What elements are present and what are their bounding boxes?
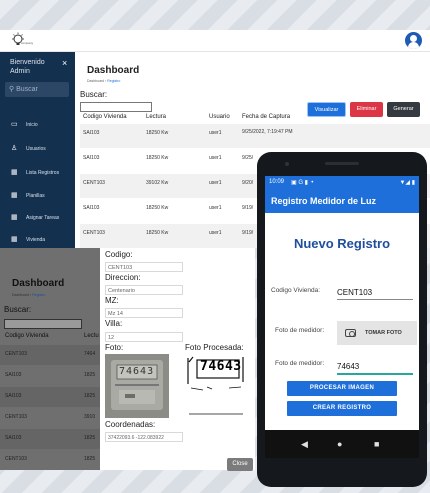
top-bar: company xyxy=(0,30,430,52)
table-row: SAI103 1825 xyxy=(0,429,100,449)
phone-camera-dot xyxy=(285,162,289,166)
search-label: Buscar: xyxy=(80,90,108,99)
column-header[interactable]: Usuario xyxy=(209,114,230,120)
coordenadas-field: 37422093.6 -122.083922 xyxy=(105,432,183,442)
sidebar-search-input[interactable]: ⚲ Buscar xyxy=(5,82,69,97)
table-row: SAI103 18250 Kw user1 9/25/2022, 7:19:47… xyxy=(80,124,430,148)
status-time: 10:09 xyxy=(269,179,285,185)
monitor-icon: ▭ xyxy=(11,121,18,128)
dimmed-page: Dashboard Dashboard › Registro Buscar: C… xyxy=(0,248,100,470)
grid-icon: ▦ xyxy=(11,214,18,221)
direccion-label: Direccion: xyxy=(105,273,141,282)
grid-icon: ▦ xyxy=(11,236,18,243)
page-title: Dashboard xyxy=(12,278,65,289)
processed-photo: 74643 xyxy=(185,354,247,418)
codigo-field: CENT103 xyxy=(105,262,183,272)
table-row: SAI103 1825 xyxy=(5,372,96,378)
meter-photo: 74643 xyxy=(105,354,169,418)
app-bar: Registro Medidor de Luz xyxy=(265,188,419,213)
app-title: Registro Medidor de Luz xyxy=(271,196,377,206)
breadcrumb: Dashboard › Registro xyxy=(87,79,121,83)
search-input xyxy=(4,319,82,329)
phone-screen: 10:09 ▣ G ▮ • ▼◢ ▮ Registro Medidor de L… xyxy=(265,176,419,458)
mz-label: MZ: xyxy=(105,296,119,305)
user-icon: ♙ xyxy=(11,145,18,152)
sidebar-item-usuarios[interactable]: ♙ Usuarios xyxy=(0,138,75,158)
sidebar: Bienvenido Admin × ⚲ Buscar ▭ Inicio ♙ U… xyxy=(0,52,75,248)
logo-text: company xyxy=(21,41,34,45)
table-row: SAI103 1825 xyxy=(0,387,100,407)
column-header[interactable]: Lectura xyxy=(146,114,166,120)
table-row: CENT103 7464 xyxy=(0,345,100,365)
sidebar-item-vivienda[interactable]: ▦ Vivienda xyxy=(0,229,75,248)
breadcrumb: Dashboard › Registro xyxy=(12,293,46,297)
villa-field: 12 xyxy=(105,332,183,342)
status-bar: 10:09 ▣ G ▮ • ▼◢ ▮ xyxy=(265,176,419,188)
status-notification-icons: ▣ G ▮ • xyxy=(291,180,314,186)
sidebar-item-asignar-tareas[interactable]: ▦ Asignar Tareas xyxy=(0,207,75,227)
mz-field: Mz 14 xyxy=(105,308,183,318)
home-icon[interactable]: ● xyxy=(337,439,342,449)
process-image-button[interactable]: PROCESAR IMAGEN xyxy=(287,381,397,396)
meter-digits: 74643 xyxy=(119,366,155,377)
take-photo-button[interactable]: TOMAR FOTO xyxy=(337,321,417,345)
grid-icon: ▦ xyxy=(11,192,18,199)
recents-icon[interactable]: ■ xyxy=(374,439,379,449)
sidebar-item-lista-registros[interactable]: ▦ Lista Registros xyxy=(0,162,75,182)
android-nav-bar: ◀ ● ■ xyxy=(265,430,419,458)
foto-label: Foto: xyxy=(105,343,124,352)
back-icon[interactable]: ◀ xyxy=(301,439,308,450)
delete-button[interactable]: Eliminar xyxy=(350,102,383,117)
foto-medidor-label-2: Foto de medidor: xyxy=(275,360,325,367)
page-title: Dashboard xyxy=(87,65,140,76)
sidebar-item-planillas[interactable]: ▦ Planillas xyxy=(0,185,75,205)
create-record-button[interactable]: CREAR REGISTRO xyxy=(287,401,397,416)
sidebar-item-inicio[interactable]: ▭ Inicio xyxy=(0,114,75,134)
search-input[interactable] xyxy=(80,102,152,112)
search-label: Buscar: xyxy=(4,305,32,314)
coordenadas-label: Coordenadas: xyxy=(105,420,156,429)
column-header[interactable]: Fecha de Captura xyxy=(242,114,290,120)
codigo-label: Codigo: xyxy=(105,250,133,259)
phone-speaker xyxy=(325,162,359,165)
direccion-field: Centenario xyxy=(105,285,183,295)
column-header[interactable]: Codigo Vivienda xyxy=(83,114,127,120)
camera-icon xyxy=(345,329,356,337)
close-button[interactable]: Close xyxy=(227,458,253,471)
codigo-vivienda-input[interactable]: CENT103 xyxy=(337,288,413,300)
record-detail-modal: Codigo: CENT103 Direccion: Centenario MZ… xyxy=(100,248,255,471)
user-avatar-icon[interactable] xyxy=(405,32,422,49)
column-header: Codigo Vivienda xyxy=(5,333,49,339)
grid-icon: ▦ xyxy=(11,169,18,176)
battery-signal-icon: ▼◢ ▮ xyxy=(399,180,415,186)
generate-button[interactable]: Generar xyxy=(387,102,420,117)
table-row: CENT103 1825 xyxy=(5,456,96,462)
form-heading: Nuevo Registro xyxy=(293,236,391,251)
processed-digits: 74643 xyxy=(200,359,242,374)
foto-procesada-label: Foto Procesada: xyxy=(185,343,244,352)
close-icon[interactable]: × xyxy=(62,58,67,68)
column-header: Lectu xyxy=(84,333,99,339)
villa-label: Villa: xyxy=(105,319,123,328)
table-row: CENT103 3910 xyxy=(5,414,96,420)
phone-device: 10:09 ▣ G ▮ • ▼◢ ▮ Registro Medidor de L… xyxy=(257,152,427,487)
codigo-vivienda-label: Codigo Vivienda: xyxy=(271,287,321,294)
reading-input[interactable]: 74643 xyxy=(337,362,413,375)
view-button[interactable]: Visualizar xyxy=(307,102,346,117)
foto-medidor-label: Foto de medidor: xyxy=(275,327,325,334)
sidebar-greeting: Bienvenido Admin xyxy=(10,59,45,75)
